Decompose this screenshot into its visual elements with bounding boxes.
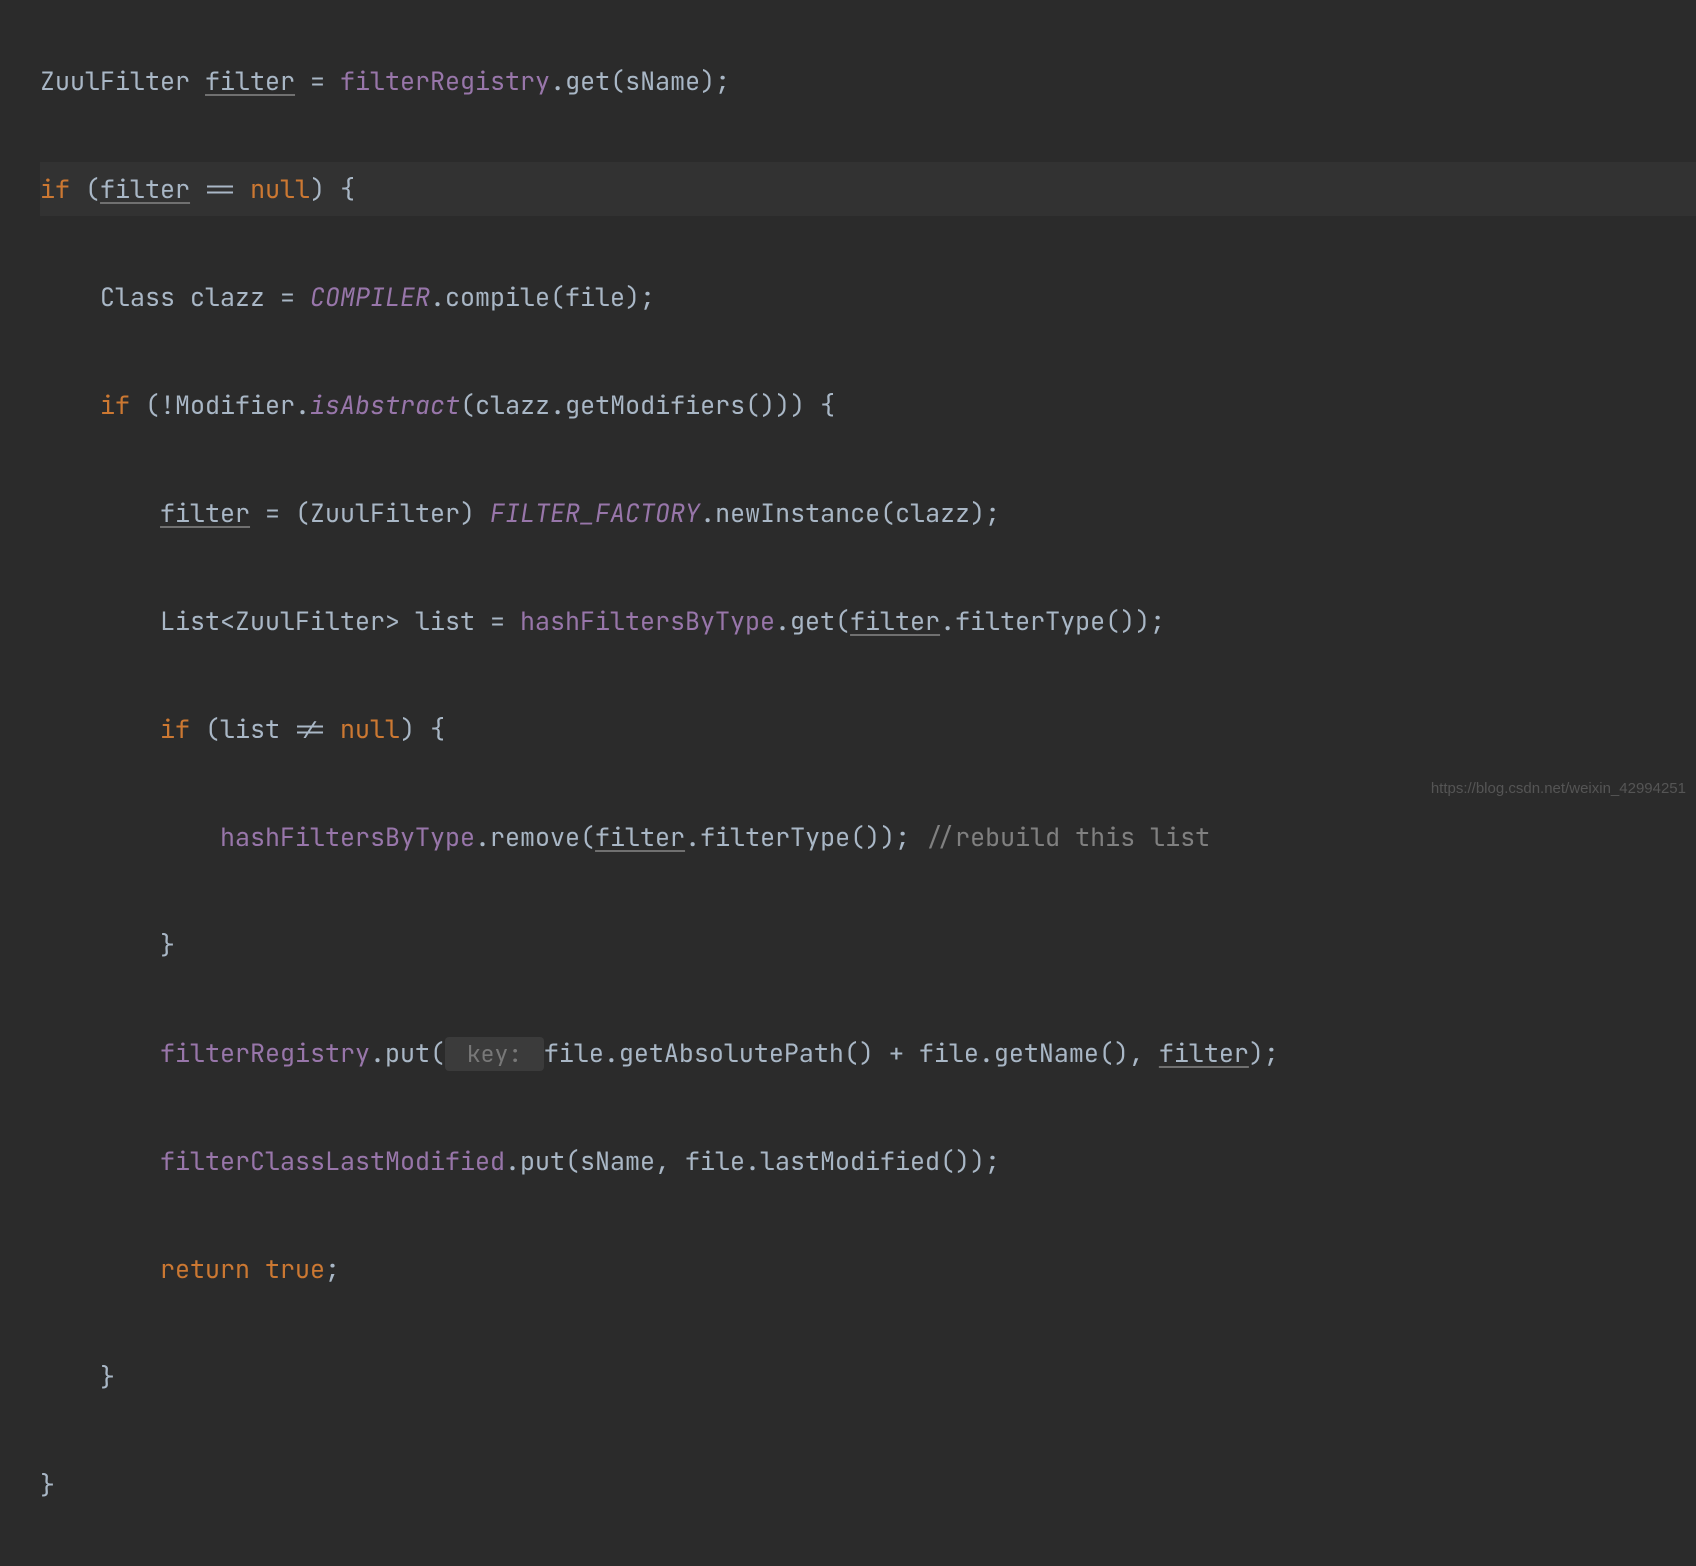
token	[40, 496, 160, 530]
token-comment: //rebuild this list	[925, 820, 1210, 854]
token: ==	[190, 172, 250, 206]
token-var: filter	[160, 496, 250, 530]
token: }	[40, 928, 175, 962]
token-keyword: null	[250, 172, 310, 206]
token: ) {	[310, 172, 355, 206]
token	[40, 1036, 160, 1070]
token: .remove(	[475, 820, 595, 854]
token-keyword: return true	[160, 1252, 325, 1286]
token: .get(sName);	[550, 64, 730, 98]
token-field: filterClassLastModified	[160, 1144, 505, 1178]
code-line: }	[40, 1458, 1696, 1512]
token	[40, 820, 220, 854]
token-var: filter	[595, 820, 685, 854]
code-line: hashFiltersByType.remove(filter.filterTy…	[40, 810, 1696, 864]
token-field: filterRegistry	[160, 1036, 370, 1070]
token	[40, 388, 100, 422]
token-var: filter	[850, 604, 940, 638]
code-line: filterRegistry.put( key: file.getAbsolut…	[40, 1026, 1696, 1080]
token-var: filter	[1159, 1036, 1249, 1070]
token: .put(sName, file.lastModified());	[505, 1144, 1000, 1178]
token: file.getAbsolutePath() + file.getName(),	[544, 1036, 1159, 1070]
token: .filterType());	[685, 820, 925, 854]
token-field: filterRegistry	[340, 64, 550, 98]
token: ;	[325, 1252, 340, 1286]
token: List<ZuulFilter> list =	[40, 604, 520, 638]
token: }	[40, 1360, 115, 1394]
token-var: filter	[205, 64, 295, 98]
token	[40, 1144, 160, 1178]
token: .compile(file);	[430, 280, 655, 314]
token-keyword: if	[160, 712, 190, 746]
token: .get(	[775, 604, 850, 638]
token-static: COMPILER	[310, 280, 430, 314]
code-line: if (list != null) {	[40, 702, 1696, 756]
token: .put(	[370, 1036, 445, 1070]
parameter-hint: key:	[445, 1037, 544, 1071]
token: .filterType());	[940, 604, 1165, 638]
code-line-highlighted: if (filter == null) {	[40, 162, 1696, 216]
token: (	[70, 172, 100, 206]
code-line: return true;	[40, 1242, 1696, 1296]
code-line: if (!Modifier.isAbstract(clazz.getModifi…	[40, 378, 1696, 432]
token: .newInstance(clazz);	[700, 496, 1000, 530]
token: );	[1249, 1036, 1279, 1070]
token-field: hashFiltersByType	[520, 604, 775, 638]
code-line: filter = (ZuulFilter) FILTER_FACTORY.new…	[40, 486, 1696, 540]
token	[40, 1252, 160, 1286]
token-keyword: if	[40, 172, 70, 206]
token: ) {	[400, 712, 445, 746]
token-keyword: if	[100, 388, 130, 422]
token-type: ZuulFilter	[40, 64, 205, 98]
token-var: filter	[100, 172, 190, 206]
token: Class clazz =	[40, 280, 310, 314]
code-line: filterClassLastModified.put(sName, file.…	[40, 1134, 1696, 1188]
token-static: FILTER_FACTORY	[490, 496, 700, 530]
code-line: Class clazz = COMPILER.compile(file);	[40, 270, 1696, 324]
code-line: }	[40, 1350, 1696, 1404]
code-line: ZuulFilter filter = filterRegistry.get(s…	[40, 54, 1696, 108]
token-keyword: null	[340, 712, 400, 746]
token: =	[295, 64, 340, 98]
token: (list !=	[190, 712, 340, 746]
code-line: }	[40, 918, 1696, 972]
token	[40, 712, 160, 746]
token: (clazz.getModifiers())) {	[460, 388, 835, 422]
token-static-method: isAbstract	[310, 388, 460, 422]
token: }	[40, 1468, 55, 1502]
token-field: hashFiltersByType	[220, 820, 475, 854]
code-line: List<ZuulFilter> list = hashFiltersByTyp…	[40, 594, 1696, 648]
token: = (ZuulFilter)	[250, 496, 490, 530]
watermark: https://blog.csdn.net/weixin_42994251	[1431, 762, 1686, 816]
token: (!Modifier.	[130, 388, 310, 422]
